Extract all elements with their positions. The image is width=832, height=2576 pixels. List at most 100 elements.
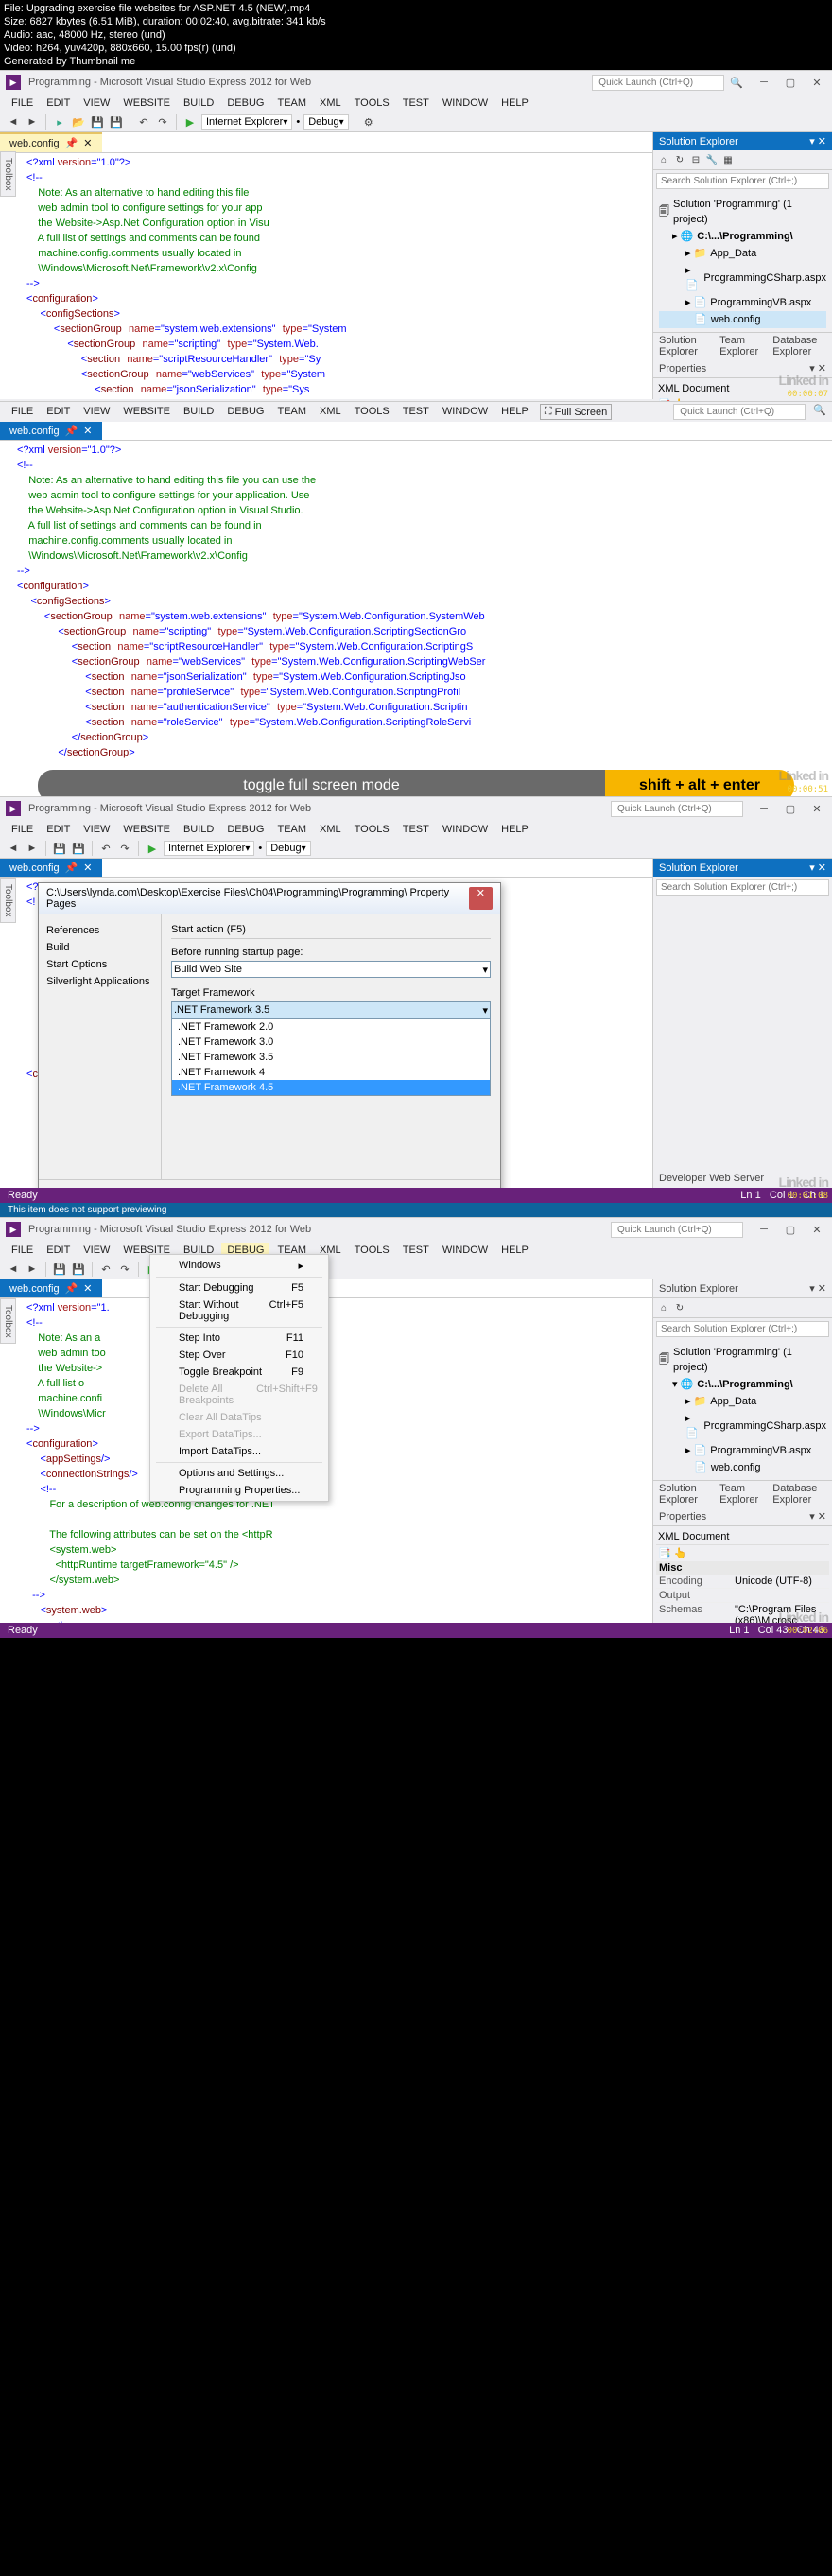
redo-icon[interactable]: ↷ (117, 841, 132, 856)
dialog-nav-start-options[interactable]: Start Options (46, 956, 153, 973)
quick-launch-input[interactable] (611, 801, 743, 817)
tab-solution-explorer[interactable]: Solution Explorer (653, 333, 714, 359)
menu-website[interactable]: WEBSITE (117, 96, 176, 111)
menu-help[interactable]: HELP (495, 822, 534, 837)
framework-option[interactable]: .NET Framework 4 (172, 1065, 490, 1080)
nav-back-icon[interactable]: ◄ (6, 841, 21, 856)
menu-edit[interactable]: EDIT (41, 822, 76, 837)
nav-fwd-icon[interactable]: ► (25, 114, 40, 130)
refresh-icon[interactable]: ↻ (673, 153, 686, 166)
menu-debug[interactable]: DEBUG (221, 404, 269, 420)
framework-option[interactable]: .NET Framework 3.0 (172, 1035, 490, 1050)
project-node[interactable]: ▸ 🌐 C:\...\Programming\ (659, 228, 826, 245)
tree-item-selected[interactable]: 📄 web.config (659, 311, 826, 328)
tree-item[interactable]: ▸ 📄 ProgrammingVB.aspx (659, 1442, 826, 1459)
solution-search-input[interactable] (656, 879, 829, 896)
tree-item[interactable]: ▸ 📁 App_Data (659, 1393, 826, 1410)
minimize-button[interactable]: ─ (754, 77, 773, 89)
menu-team[interactable]: TEAM (271, 822, 312, 837)
document-tab[interactable]: web.config📌✕ (0, 132, 102, 152)
config-combo[interactable]: Debug ▾ (303, 114, 348, 130)
close-button[interactable]: ✕ (807, 77, 826, 89)
collapse-icon[interactable]: ⊟ (689, 153, 702, 166)
save-all-icon[interactable]: 💾 (71, 841, 86, 856)
menu-view[interactable]: VIEW (78, 1243, 115, 1258)
fullscreen-button[interactable]: ⛶ Full Screen (540, 404, 612, 420)
solution-search-input[interactable] (656, 173, 829, 189)
menu-options-settings[interactable]: Options and Settings... (152, 1465, 326, 1482)
menu-edit[interactable]: EDIT (41, 404, 76, 420)
toolbox-tab[interactable]: Toolbox (0, 1298, 16, 1344)
menu-test[interactable]: TEST (397, 404, 435, 420)
tab-team-explorer[interactable]: Team Explorer (714, 1481, 767, 1507)
browser-combo[interactable]: Internet Explorer ▾ (164, 841, 254, 856)
menu-step-over[interactable]: Step OverF10 (152, 1347, 326, 1364)
solution-tree[interactable]: 🗐 Solution 'Programming' (1 project) ▾ 🌐… (653, 1340, 832, 1480)
menu-file[interactable]: FILE (6, 1243, 39, 1258)
document-tab[interactable]: web.config📌✕ (0, 1279, 102, 1297)
menu-view[interactable]: VIEW (78, 404, 115, 420)
framework-option[interactable]: .NET Framework 3.5 (172, 1050, 490, 1065)
props-icon[interactable]: 🔧 (705, 153, 719, 166)
undo-icon[interactable]: ↶ (98, 1262, 113, 1277)
home-icon[interactable]: ⌂ (657, 1301, 670, 1314)
code-editor[interactable]: <?xml version="1.0"?> <!-- Note: As an a… (0, 153, 652, 399)
menu-start-debugging[interactable]: Start DebuggingF5 (152, 1279, 326, 1297)
menu-step-into[interactable]: Step IntoF11 (152, 1330, 326, 1347)
framework-option-highlighted[interactable]: .NET Framework 4.5 (172, 1080, 490, 1095)
menu-view[interactable]: VIEW (78, 96, 115, 111)
solution-search-input[interactable] (656, 1321, 829, 1337)
maximize-button[interactable]: ▢ (781, 803, 800, 815)
menu-edit[interactable]: EDIT (41, 1243, 76, 1258)
menu-start-without-debugging[interactable]: Start Without DebuggingCtrl+F5 (152, 1297, 326, 1325)
menu-tools[interactable]: TOOLS (349, 96, 395, 111)
framework-option[interactable]: .NET Framework 2.0 (172, 1019, 490, 1035)
tree-item[interactable]: ▸ 📄 ProgrammingCSharp.aspx (659, 262, 826, 294)
menu-debug[interactable]: DEBUG (221, 822, 269, 837)
menu-xml[interactable]: XML (314, 822, 347, 837)
redo-icon[interactable]: ↷ (117, 1262, 132, 1277)
tree-item[interactable]: ▸ 📄 ProgrammingCSharp.aspx (659, 1410, 826, 1442)
menu-test[interactable]: TEST (397, 96, 435, 111)
open-icon[interactable]: 📂 (71, 114, 86, 130)
run-icon[interactable]: ▶ (182, 114, 198, 130)
nav-back-icon[interactable]: ◄ (6, 1262, 21, 1277)
show-all-icon[interactable]: ▦ (721, 153, 735, 166)
tab-solution-explorer[interactable]: Solution Explorer (653, 1481, 714, 1507)
menu-windows[interactable]: Windows▸ (152, 1257, 326, 1275)
menu-file[interactable]: FILE (6, 404, 39, 420)
menu-window[interactable]: WINDOW (437, 96, 494, 111)
tree-item[interactable]: ▸ 📁 App_Data (659, 245, 826, 262)
target-framework-select[interactable]: .NET Framework 3.5▾ (171, 1001, 491, 1018)
menu-tools[interactable]: TOOLS (349, 822, 395, 837)
new-icon[interactable]: ▸ (52, 114, 67, 130)
config-combo[interactable]: Debug ▾ (266, 841, 310, 856)
undo-icon[interactable]: ↶ (98, 841, 113, 856)
save-icon[interactable]: 💾 (90, 114, 105, 130)
pin-icon[interactable]: 📌 (65, 137, 78, 149)
menu-build[interactable]: BUILD (178, 404, 219, 420)
quick-launch-input[interactable] (673, 404, 806, 420)
tab-team-explorer[interactable]: Team Explorer (714, 333, 767, 359)
menu-team[interactable]: TEAM (271, 404, 312, 420)
document-tab[interactable]: web.config📌✕ (0, 422, 102, 440)
refresh-icon[interactable]: ↻ (673, 1301, 686, 1314)
menu-file[interactable]: FILE (6, 822, 39, 837)
menu-view[interactable]: VIEW (78, 822, 115, 837)
tool-icon[interactable]: ⚙ (361, 114, 376, 130)
solution-tree[interactable]: 🗐 Solution 'Programming' (1 project) ▸ 🌐… (653, 192, 832, 332)
tree-item[interactable]: 📄 web.config (659, 1459, 826, 1476)
minimize-button[interactable]: ─ (754, 1224, 773, 1236)
toolbox-tab[interactable]: Toolbox (0, 151, 16, 197)
menu-test[interactable]: TEST (397, 822, 435, 837)
document-tab[interactable]: web.config📌✕ (0, 859, 102, 877)
browser-combo[interactable]: Internet Explorer ▾ (201, 114, 292, 130)
menu-build[interactable]: BUILD (178, 822, 219, 837)
solution-node[interactable]: 🗐 Solution 'Programming' (1 project) (659, 1344, 826, 1376)
menu-team[interactable]: TEAM (271, 96, 312, 111)
tab-database-explorer[interactable]: Database Explorer (767, 333, 832, 359)
save-icon[interactable]: 💾 (52, 1262, 67, 1277)
menu-help[interactable]: HELP (495, 96, 534, 111)
undo-icon[interactable]: ↶ (136, 114, 151, 130)
save-icon[interactable]: 💾 (52, 841, 67, 856)
